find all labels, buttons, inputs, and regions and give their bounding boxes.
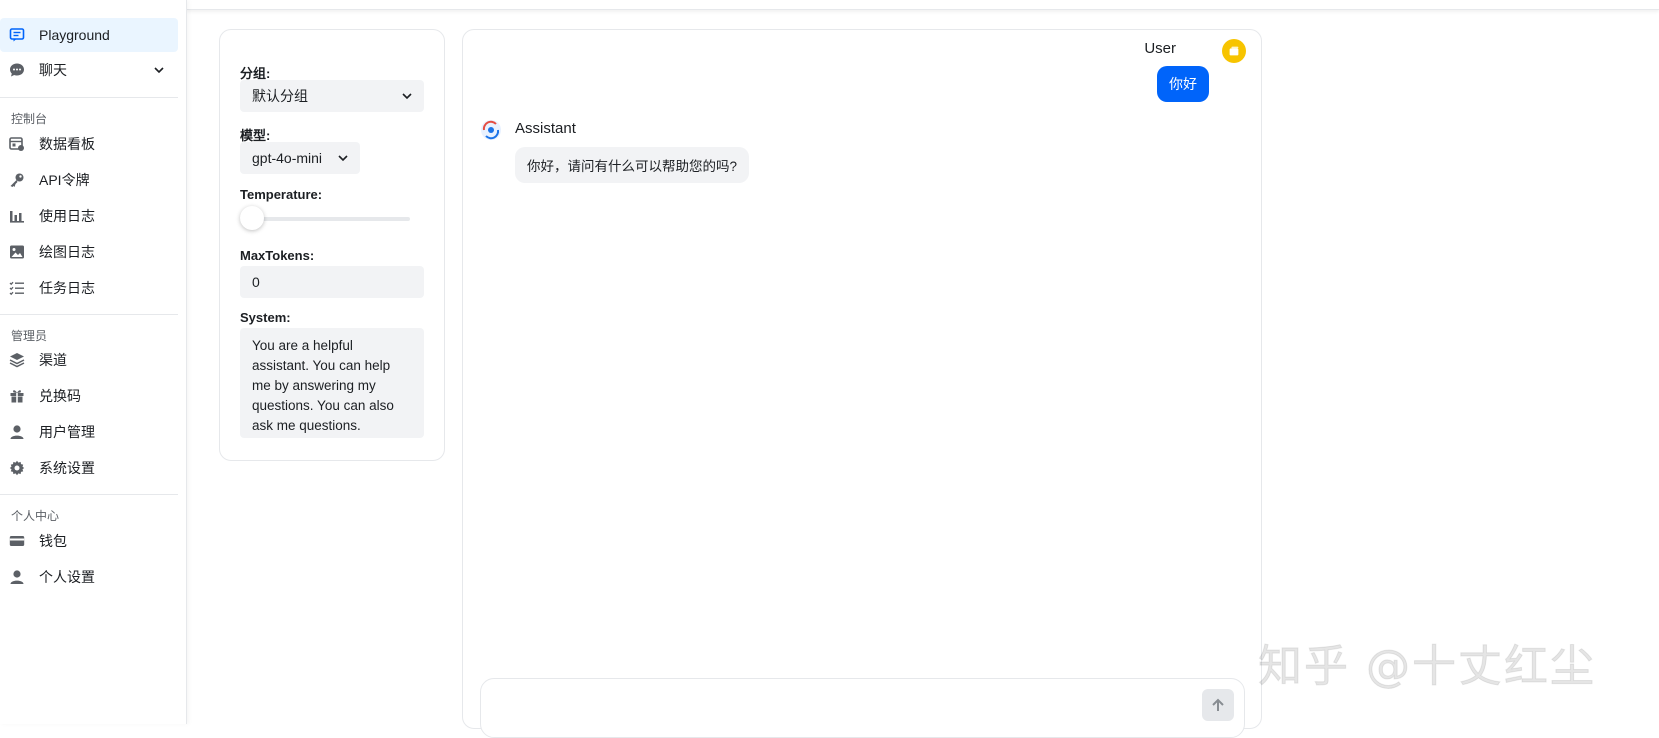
sidebar-item-label: 兑换码 xyxy=(39,388,81,404)
arrow-up-icon xyxy=(1212,698,1224,711)
sidebar-item-usage-logs[interactable]: 使用日志 xyxy=(0,199,178,233)
chevron-down-icon xyxy=(402,93,412,100)
message-input[interactable] xyxy=(480,678,1245,738)
sidebar-item-label: API令牌 xyxy=(39,172,90,188)
section-title-personal: 个人中心 xyxy=(11,509,60,523)
sidebar-item-channels[interactable]: 渠道 xyxy=(0,343,178,377)
bar-chart-icon xyxy=(8,207,26,225)
dashboard-icon xyxy=(8,135,26,153)
sidebar-item-wallet[interactable]: 钱包 xyxy=(0,524,178,558)
sidebar-item-label: 聊天 xyxy=(39,62,67,78)
chevron-down-icon[interactable] xyxy=(152,63,166,77)
section-title-admin: 管理员 xyxy=(11,329,48,343)
sidebar-item-label: 使用日志 xyxy=(39,208,95,224)
sidebar-item-label: 个人设置 xyxy=(39,569,95,585)
user-message-bubble: 你好 xyxy=(1157,66,1209,102)
max-tokens-value: 0 xyxy=(252,274,260,290)
sidebar-item-redeem-codes[interactable]: 兑换码 xyxy=(0,379,178,413)
model-select-value: gpt-4o-mini xyxy=(252,150,323,166)
watermark: 知乎 @十丈红尘 xyxy=(1258,641,1596,693)
user-icon xyxy=(8,568,26,586)
system-label: System: xyxy=(240,310,291,325)
image-icon xyxy=(8,243,26,261)
sidebar-item-task-logs[interactable]: 任务日志 xyxy=(0,271,178,305)
sidebar-item-label: 钱包 xyxy=(39,533,67,549)
group-select[interactable]: 默认分组 xyxy=(240,80,424,112)
sidebar-item-api-tokens[interactable]: API令牌 xyxy=(0,163,178,197)
max-tokens-label: MaxTokens: xyxy=(240,248,315,263)
sidebar-item-label: 绘图日志 xyxy=(39,244,95,260)
assistant-message-bubble: 你好，请问有什么可以帮助您的吗? xyxy=(515,147,750,183)
sidebar: Playground 聊天 控制台 数据看板 API令牌 使用日志 绘图日志 任… xyxy=(0,0,187,724)
top-header-bar xyxy=(187,0,1659,10)
gift-icon xyxy=(8,387,26,405)
gear-icon xyxy=(8,459,26,477)
temperature-slider-handle[interactable] xyxy=(240,206,264,230)
sidebar-item-label: 数据看板 xyxy=(39,136,95,152)
chat-bubble-icon xyxy=(8,61,26,79)
sidebar-item-dashboard[interactable]: 数据看板 xyxy=(0,127,178,161)
user-icon xyxy=(8,423,26,441)
sidebar-item-chat[interactable]: 聊天 xyxy=(0,53,178,87)
user-avatar-icon xyxy=(1229,46,1239,56)
chat-panel: User 你好 Assistant 你好，请问有什么可以帮助您的吗? xyxy=(462,29,1262,738)
section-title-console: 控制台 xyxy=(11,112,48,126)
divider xyxy=(0,97,178,98)
sidebar-item-drawing-logs[interactable]: 绘图日志 xyxy=(0,235,178,269)
system-prompt-textarea[interactable]: You are a helpful assistant. You can hel… xyxy=(240,328,424,438)
sidebar-item-label: 系统设置 xyxy=(39,460,95,476)
settings-panel: 分组: 默认分组 模型: gpt-4o-mini Temperature: Ma… xyxy=(219,29,445,461)
sidebar-item-label: 任务日志 xyxy=(39,280,95,296)
layers-icon xyxy=(8,351,26,369)
sidebar-item-label: Playground xyxy=(39,27,110,43)
model-select[interactable]: gpt-4o-mini xyxy=(240,142,360,174)
sidebar-item-system-settings[interactable]: 系统设置 xyxy=(0,451,178,485)
chat-square-icon xyxy=(8,26,26,44)
sidebar-item-personal-settings[interactable]: 个人设置 xyxy=(0,560,178,594)
user-name: User xyxy=(1144,40,1176,57)
assistant-name: Assistant xyxy=(515,120,576,137)
task-list-icon xyxy=(8,279,26,297)
sidebar-item-label: 渠道 xyxy=(39,352,67,368)
assistant-avatar-icon xyxy=(481,120,501,140)
chevron-down-icon xyxy=(338,155,348,162)
temperature-slider-track[interactable] xyxy=(240,217,410,221)
sidebar-item-playground[interactable]: Playground xyxy=(0,18,178,52)
wallet-icon xyxy=(8,532,26,550)
divider xyxy=(0,494,178,495)
divider xyxy=(0,314,178,315)
sidebar-item-label: 用户管理 xyxy=(39,424,95,440)
user-avatar xyxy=(1222,39,1246,63)
assistant-avatar xyxy=(479,118,503,142)
max-tokens-input[interactable]: 0 xyxy=(240,266,424,298)
sidebar-item-user-management[interactable]: 用户管理 xyxy=(0,415,178,449)
temperature-label: Temperature: xyxy=(240,187,323,202)
key-icon xyxy=(8,171,26,189)
send-button[interactable] xyxy=(1202,689,1234,721)
group-select-value: 默认分组 xyxy=(252,88,308,104)
